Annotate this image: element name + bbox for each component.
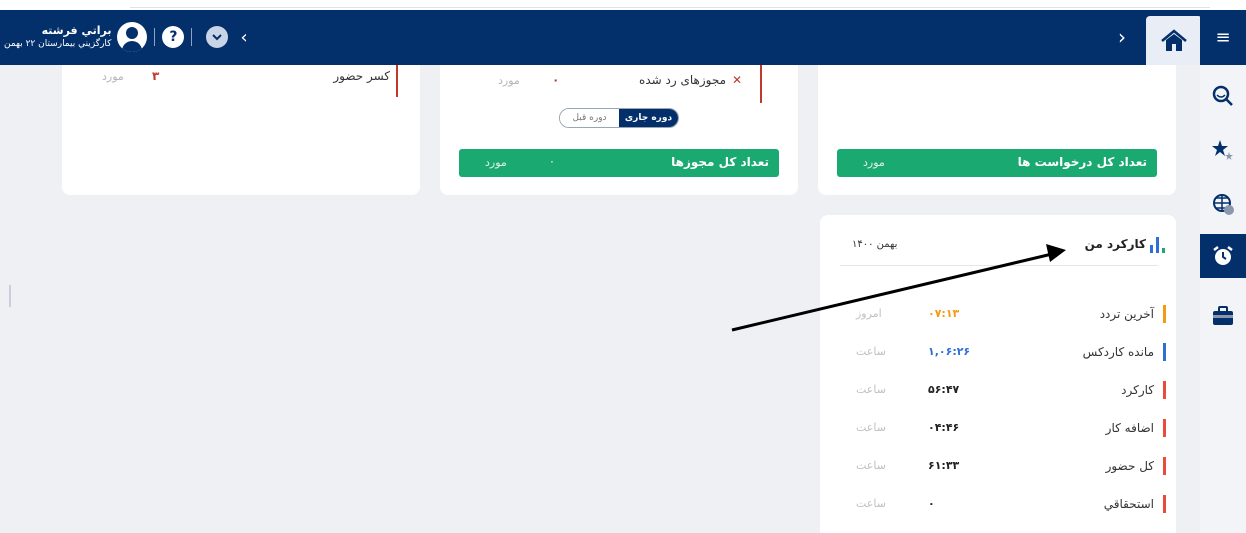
permits-card: ✕ مجوزهای رد شده ۰ مورد تعداد کل مجوزها …	[440, 65, 798, 195]
user-panel[interactable]: ‹ ? براتي فرشته كارگزيني بيمارستان ۲۲ به…	[4, 21, 248, 53]
total-permits-value: ۰	[549, 155, 555, 168]
current-period-option[interactable]: دوره جاری	[619, 109, 678, 127]
avatar[interactable]	[117, 22, 148, 52]
user-subtitle: كارگزيني بيمارستان ۲۲ بهمن	[4, 39, 112, 49]
my-performance-card: کارکرد من بهمن ۱۴۰۰ آخرین تردد ۰۷:۱۳ امروز…	[820, 215, 1176, 533]
total-requests-bar[interactable]: تعداد کل درخواست ها مورد	[837, 149, 1157, 177]
row-color-indicator	[1163, 495, 1166, 513]
performance-row: کل حضور ۶۱:۳۳ ساعت	[820, 455, 1176, 477]
divider	[191, 28, 193, 46]
total-requests-unit: مورد	[863, 156, 885, 169]
total-permits-bar[interactable]: تعداد کل مجوزها ۰ مورد	[459, 149, 779, 177]
row-label: اضافه کار	[1105, 421, 1154, 435]
performance-row: اضافه کار ۰۴:۴۶ ساعت	[820, 417, 1176, 439]
right-chevron-icon[interactable]: ›	[1118, 25, 1126, 49]
row-label: مانده کاردکس	[1082, 345, 1154, 359]
presence-deficit-unit: مورد	[102, 70, 124, 83]
dropdown-button[interactable]	[206, 26, 229, 48]
briefcase-icon[interactable]	[1200, 294, 1246, 338]
row-unit: ساعت	[856, 383, 886, 396]
close-icon: ✕	[731, 73, 742, 87]
total-permits-unit: مورد	[485, 156, 507, 169]
row-color-indicator	[1163, 305, 1166, 323]
bar-chart-icon	[1150, 237, 1165, 253]
requests-card: تعداد کل درخواست ها مورد	[818, 65, 1176, 195]
left-chevron-icon[interactable]: ‹	[240, 27, 247, 48]
row-value: ۰	[928, 497, 935, 510]
row-unit: ساعت	[856, 497, 886, 510]
previous-period-option[interactable]: دوره قبل	[560, 109, 619, 127]
main-content: کسر حضور ۳ مورد ✕ مجوزهای رد شده ۰ مورد …	[0, 65, 1200, 533]
row-label: آخرین تردد	[1099, 307, 1154, 321]
row-label: کل حضور	[1105, 459, 1154, 473]
hamburger-menu-button[interactable]: ≡	[1200, 10, 1246, 65]
rejected-permits-unit: مورد	[498, 74, 520, 87]
divider	[154, 28, 156, 46]
user-info: براتي فرشته كارگزيني بيمارستان ۲۲ بهمن	[4, 24, 111, 50]
row-value: ۰۴:۴۶	[928, 421, 960, 434]
presence-deficit-value: ۳	[152, 69, 160, 83]
rejected-permits-label: مجوزهای رد شده	[639, 73, 726, 87]
divider	[840, 265, 1158, 266]
row-label: استحقاقي	[1103, 497, 1154, 511]
chevron-down-icon	[212, 34, 223, 41]
row-unit: ساعت	[856, 459, 886, 472]
home-icon	[1161, 28, 1187, 51]
search-icon[interactable]	[1200, 74, 1246, 118]
help-button[interactable]: ?	[162, 26, 185, 48]
total-requests-label: تعداد کل درخواست ها	[1017, 155, 1147, 169]
performance-row: آخرین تردد ۰۷:۱۳ امروز	[820, 303, 1176, 325]
top-strip	[0, 0, 1246, 10]
row-value: ۶۱:۳۳	[928, 459, 960, 472]
user-name: براتي فرشته	[41, 24, 112, 37]
red-indicator	[760, 65, 762, 103]
home-tab[interactable]	[1146, 16, 1202, 65]
total-permits-label: تعداد کل مجوزها	[671, 155, 769, 169]
performance-row: استحقاقي ۰ ساعت	[820, 493, 1176, 515]
row-value: ۵۶:۴۷	[928, 383, 960, 396]
top-navbar: ‹ ? براتي فرشته كارگزيني بيمارستان ۲۲ به…	[0, 10, 1202, 65]
row-value: ۰۷:۱۳	[928, 307, 960, 320]
performance-row: کارکرد ۵۶:۴۷ ساعت	[820, 379, 1176, 401]
rejected-permits-value: ۰	[552, 73, 560, 87]
row-label: کارکرد	[1121, 383, 1154, 397]
presence-deficit-label: کسر حضور	[333, 69, 390, 83]
red-indicator	[396, 65, 398, 97]
globe-icon[interactable]	[1200, 182, 1246, 226]
performance-date: بهمن ۱۴۰۰	[852, 239, 898, 250]
performance-title: کارکرد من	[1084, 237, 1146, 251]
row-color-indicator	[1163, 419, 1166, 437]
row-value: ۱,۰۶:۲۶	[928, 345, 971, 358]
row-unit: امروز	[856, 307, 882, 320]
period-toggle[interactable]: دوره قبل دوره جاری	[559, 108, 679, 128]
row-color-indicator	[1163, 457, 1166, 475]
row-color-indicator	[1163, 381, 1166, 399]
row-unit: ساعت	[856, 421, 886, 434]
performance-row: مانده کاردکس ۱,۰۶:۲۶ ساعت	[820, 341, 1176, 363]
star-icon[interactable]	[1200, 128, 1246, 172]
presence-deficit-card: کسر حضور ۳ مورد	[62, 65, 420, 195]
row-unit: ساعت	[856, 345, 886, 358]
row-color-indicator	[1163, 343, 1166, 361]
alarm-clock-icon[interactable]	[1200, 234, 1246, 278]
divider	[9, 285, 11, 307]
